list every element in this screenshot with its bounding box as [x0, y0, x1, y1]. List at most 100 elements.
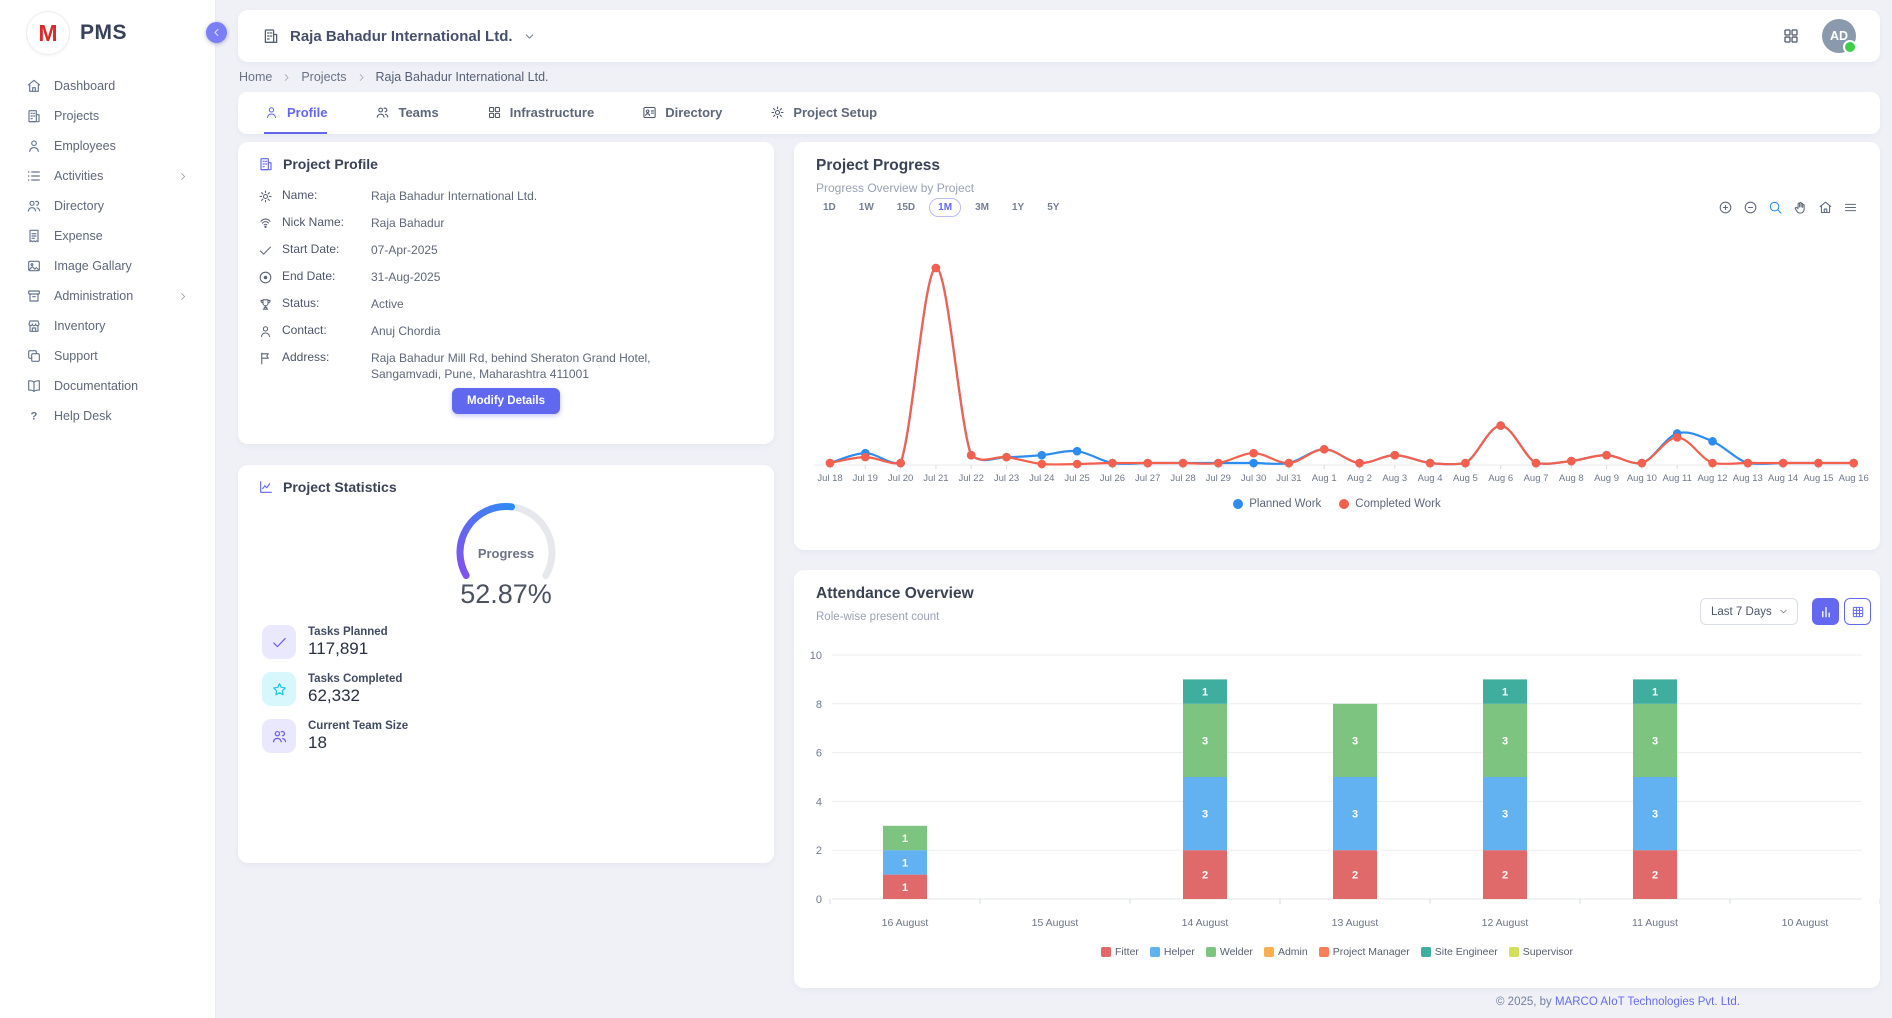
zoom-select-icon[interactable]: [1768, 200, 1783, 215]
svg-text:3: 3: [1352, 735, 1358, 747]
table-view-button[interactable]: [1844, 598, 1871, 625]
legend-label: Project Manager: [1333, 946, 1410, 958]
sidebar-item-activities[interactable]: Activities: [0, 161, 215, 191]
avatar[interactable]: AD: [1822, 19, 1856, 53]
attendance-range-select[interactable]: Last 7 Days: [1700, 598, 1798, 625]
sidebar-item-help-desk[interactable]: ?Help Desk: [0, 401, 215, 431]
svg-text:0: 0: [816, 894, 822, 906]
progress-line-chart[interactable]: Jul 18Jul 19Jul 20Jul 21Jul 22Jul 23Jul …: [794, 228, 1880, 499]
zoom-in-icon[interactable]: [1718, 200, 1733, 215]
field-label: Status:: [282, 296, 344, 315]
legend-admin[interactable]: Admin: [1264, 946, 1308, 958]
legend-project-manager[interactable]: Project Manager: [1319, 946, 1410, 958]
legend-planned-work[interactable]: Planned Work: [1233, 498, 1321, 510]
tab-infrastructure[interactable]: Infrastructure: [487, 92, 595, 134]
svg-text:Jul 25: Jul 25: [1064, 473, 1089, 484]
pan-icon[interactable]: [1793, 200, 1808, 215]
book-icon: [26, 378, 42, 394]
sidebar-item-support[interactable]: Support: [0, 341, 215, 371]
field-value: Anuj Chordia: [371, 323, 701, 342]
range-5y[interactable]: 5Y: [1038, 198, 1068, 217]
sidebar-item-expense[interactable]: Expense: [0, 221, 215, 251]
chevron-right-icon: [175, 291, 191, 302]
svg-text:12 August: 12 August: [1482, 917, 1529, 929]
legend-helper[interactable]: Helper: [1150, 946, 1195, 958]
sidebar-item-administration[interactable]: Administration: [0, 281, 215, 311]
legend-supervisor[interactable]: Supervisor: [1509, 946, 1573, 958]
sidebar-collapse-button[interactable]: [206, 22, 227, 43]
trophy-icon: [258, 297, 273, 312]
menu-icon[interactable]: [1843, 200, 1858, 215]
field-value: Raja Bahadur: [371, 215, 701, 234]
modify-details-button[interactable]: Modify Details: [452, 388, 560, 414]
star-icon: [271, 681, 288, 698]
profile-field-address: Address:Raja Bahadur Mill Rd, behind She…: [258, 350, 701, 382]
range-1d[interactable]: 1D: [814, 198, 845, 217]
range-3m[interactable]: 3M: [966, 198, 998, 217]
svg-text:Jul 29: Jul 29: [1206, 473, 1231, 484]
legend-completed-work[interactable]: Completed Work: [1339, 498, 1440, 510]
legend-label: Planned Work: [1249, 498, 1321, 510]
legend-label: Site Engineer: [1435, 946, 1498, 958]
apps-grid-icon[interactable]: [1782, 27, 1800, 45]
svg-text:Jul 22: Jul 22: [959, 473, 984, 484]
legend-welder[interactable]: Welder: [1206, 946, 1253, 958]
company-selector[interactable]: Raja Bahadur International Ltd.: [262, 27, 536, 45]
chevron-left-icon: [211, 27, 222, 38]
field-label: Nick Name:: [282, 215, 344, 234]
sidebar-item-inventory[interactable]: Inventory: [0, 311, 215, 341]
grid-icon: [487, 105, 502, 120]
company-name: Raja Bahadur International Ltd.: [290, 28, 513, 45]
legend-site-engineer[interactable]: Site Engineer: [1421, 946, 1498, 958]
field-value: Raja Bahadur Mill Rd, behind Sheraton Gr…: [371, 350, 701, 382]
footer-company-link[interactable]: MARCO AIoT Technologies Pvt. Ltd.: [1555, 996, 1740, 1008]
sidebar-item-employees[interactable]: Employees: [0, 131, 215, 161]
field-label: Name:: [282, 188, 344, 207]
svg-text:Jul 30: Jul 30: [1241, 473, 1266, 484]
svg-text:Aug 8: Aug 8: [1559, 473, 1584, 484]
sidebar-item-label: Expense: [54, 229, 103, 243]
svg-text:Aug 15: Aug 15: [1803, 473, 1833, 484]
sidebar-item-label: Help Desk: [54, 409, 112, 423]
tab-project-setup[interactable]: Project Setup: [770, 92, 877, 134]
sidebar-item-documentation[interactable]: Documentation: [0, 371, 215, 401]
sidebar-item-directory[interactable]: Directory: [0, 191, 215, 221]
range-15d[interactable]: 15D: [888, 198, 924, 217]
stat-value: 117,891: [308, 639, 388, 659]
people-icon: [26, 198, 42, 214]
svg-text:15 August: 15 August: [1032, 917, 1079, 929]
svg-text:1: 1: [1652, 687, 1658, 699]
tabs-bar: Profile Teams Infrastructure Directory Proje…: [238, 92, 1880, 134]
svg-text:Aug 13: Aug 13: [1733, 473, 1763, 484]
legend-fitter[interactable]: Fitter: [1101, 946, 1139, 958]
svg-text:Aug 10: Aug 10: [1627, 473, 1657, 484]
range-1y[interactable]: 1Y: [1003, 198, 1033, 217]
svg-text:Jul 31: Jul 31: [1276, 473, 1301, 484]
footer: © 2025, by MARCO AIoT Technologies Pvt. …: [1496, 996, 1740, 1008]
people-icon: [271, 728, 288, 745]
bar-view-button[interactable]: [1812, 598, 1839, 625]
range-1m[interactable]: 1M: [929, 198, 961, 217]
chevron-right-icon: [281, 72, 292, 83]
image-icon: [26, 258, 42, 274]
tab-profile[interactable]: Profile: [264, 92, 327, 134]
sidebar-item-projects[interactable]: Projects: [0, 101, 215, 131]
breadcrumb-home[interactable]: Home: [239, 70, 272, 84]
sidebar-item-dashboard[interactable]: Dashboard: [0, 71, 215, 101]
tab-teams[interactable]: Teams: [375, 92, 438, 134]
attendance-bar-chart[interactable]: 024681016 August11115 August14 August233…: [794, 636, 1880, 947]
legend-label: Fitter: [1115, 946, 1139, 958]
zoom-out-icon[interactable]: [1743, 200, 1758, 215]
legend-swatch: [1206, 947, 1216, 957]
tab-label: Profile: [287, 105, 327, 120]
stat-icon-box: [262, 719, 296, 753]
field-value: Active: [371, 296, 701, 315]
range-1w[interactable]: 1W: [850, 198, 883, 217]
home-icon[interactable]: [1818, 200, 1833, 215]
person-icon: [258, 324, 273, 339]
svg-text:Aug 11: Aug 11: [1662, 473, 1691, 484]
breadcrumb-projects[interactable]: Projects: [301, 70, 346, 84]
sidebar-item-label: Employees: [54, 139, 116, 153]
sidebar-item-image-gallary[interactable]: Image Gallary: [0, 251, 215, 281]
tab-directory[interactable]: Directory: [642, 92, 722, 134]
